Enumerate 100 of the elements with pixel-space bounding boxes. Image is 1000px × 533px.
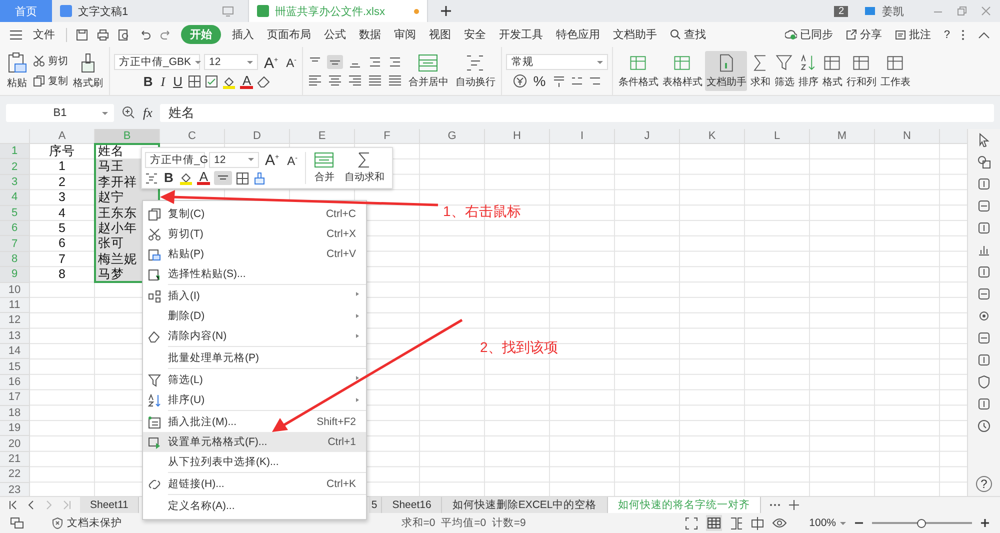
undo-icon[interactable] [139, 28, 151, 40]
decrease-font-button[interactable]: A$^{-}$ [285, 152, 300, 168]
sheet-tab[interactable]: Sheet16 [382, 497, 442, 513]
zoom-in-icon[interactable] [980, 518, 990, 528]
context-menu-item[interactable]: 设置单元格格式(F)... Ctrl+1 [143, 432, 366, 452]
formula-input[interactable]: 姓名 [160, 104, 994, 122]
menu-tab[interactable]: 页面布局 [265, 25, 313, 44]
collapse-icon[interactable] [978, 30, 990, 38]
row-header[interactable]: 10 [0, 282, 30, 298]
function-button[interactable]: fx [143, 104, 152, 120]
copy-button[interactable]: 复制 [33, 74, 68, 88]
print-icon[interactable] [97, 28, 109, 40]
row-header[interactable]: 15 [0, 359, 30, 375]
cell-name-box[interactable]: B1 [6, 104, 114, 122]
ribbon-tool-button[interactable]: 表格样式 [661, 51, 704, 91]
user-name[interactable]: 姜凯 [882, 4, 904, 18]
format-painter-button[interactable]: 格式刷 [71, 50, 105, 92]
align-icon[interactable] [387, 73, 404, 87]
zoom-icon[interactable] [122, 106, 135, 119]
ribbon-tool-button[interactable]: 条件格式 [617, 51, 660, 91]
column-header[interactable]: H [485, 129, 550, 144]
share-button[interactable]: 分享 [844, 25, 884, 44]
font-size-select[interactable]: 12 [209, 152, 259, 168]
column-header[interactable]: C [160, 129, 225, 144]
row-header[interactable]: 12 [0, 313, 30, 329]
underline-button[interactable]: U [171, 74, 184, 88]
gear-icon[interactable] [977, 309, 992, 323]
menu-tab[interactable]: 公式 [322, 25, 348, 44]
menu-tab[interactable]: 审阅 [392, 25, 418, 44]
menu-tab[interactable]: 文档助手 [611, 25, 659, 44]
merge-center-button[interactable]: 合并居中 [406, 51, 450, 91]
eye-icon[interactable] [772, 517, 788, 529]
border-icon[interactable] [188, 75, 202, 88]
document-protection-button[interactable]: 文档未保护 [52, 516, 122, 530]
zoom-level-select[interactable]: 100% [809, 517, 846, 529]
help-button[interactable]: ? [976, 476, 992, 492]
search-button[interactable]: 查找 [668, 25, 708, 44]
menu-tab[interactable]: 数据 [357, 25, 383, 44]
context-menu-item[interactable]: 排序(U) [143, 390, 366, 410]
fill-color-icon[interactable] [222, 74, 236, 88]
shapes-icon[interactable] [977, 155, 992, 169]
column-header[interactable]: G [420, 129, 485, 144]
menu-tab[interactable]: 安全 [462, 25, 488, 44]
window-count-badge[interactable]: 2 [834, 6, 848, 16]
shield-icon[interactable] [977, 375, 992, 389]
column-header[interactable]: J [615, 129, 680, 144]
decrease-font-button[interactable]: A$^{-}$ [284, 54, 298, 70]
pointer-icon[interactable] [977, 133, 992, 147]
history-icon[interactable] [977, 419, 992, 433]
column-header[interactable]: A [30, 129, 95, 144]
monitors-icon[interactable] [10, 516, 24, 530]
previous-sheet-icon[interactable] [26, 500, 36, 510]
menu-tab[interactable]: 插入 [230, 25, 256, 44]
percent-button[interactable]: % [531, 74, 548, 88]
more-icon[interactable] [961, 28, 965, 40]
ribbon-tool-button[interactable]: 求和 [749, 51, 772, 91]
redo-icon[interactable] [160, 28, 172, 40]
sheet-tab[interactable]: 5 [369, 497, 382, 513]
align-icon[interactable] [347, 73, 364, 87]
new-tab-icon[interactable] [440, 5, 452, 17]
ribbon-tool-button[interactable]: 格式 [821, 51, 844, 91]
add-sheet-icon[interactable] [788, 500, 799, 510]
row-header[interactable]: 17 [0, 390, 30, 406]
wrap-icon[interactable] [145, 172, 158, 184]
ribbon-tool-button[interactable]: 行和列 [845, 51, 878, 91]
row-header[interactable]: 11 [0, 298, 30, 314]
row-header[interactable]: 19 [0, 421, 30, 436]
menu-icon[interactable] [10, 30, 22, 40]
row-header[interactable]: 23 [0, 482, 30, 496]
column-header[interactable]: M [810, 129, 875, 144]
increase-font-button[interactable]: A$^{+}$ [262, 54, 280, 70]
column-header[interactable]: E [290, 129, 355, 144]
chart-icon[interactable] [977, 243, 992, 257]
font-color-button[interactable]: A [240, 74, 254, 88]
sheet-tab[interactable]: 如何快速删除EXCEL中的空格 [442, 497, 608, 513]
autosum-button[interactable]: 自动求和 [342, 150, 386, 186]
first-sheet-icon[interactable] [8, 500, 18, 510]
ribbon-tool-button[interactable]: 工作表 [879, 51, 912, 91]
format-painter-icon[interactable] [253, 172, 266, 184]
column-header[interactable]: F [355, 129, 420, 144]
align-icon[interactable] [367, 73, 384, 87]
print-preview-icon[interactable] [118, 28, 130, 40]
font-name-select[interactable]: 方正中倩_GBK [114, 54, 200, 70]
column-header[interactable]: N [875, 129, 940, 144]
normal-view-icon[interactable] [706, 515, 722, 531]
fullscreen-icon[interactable] [685, 516, 698, 530]
zoom-slider-thumb[interactable] [917, 518, 926, 528]
row-header[interactable]: 21 [0, 452, 30, 468]
context-menu-item[interactable]: 清除内容(N) [143, 326, 366, 346]
wrap-text-button[interactable]: 自动换行 [453, 51, 498, 91]
fill-color-icon[interactable] [179, 171, 194, 185]
font-size-select[interactable]: 12 [204, 54, 258, 70]
row-header[interactable]: 22 [0, 467, 30, 483]
column-header[interactable]: I [550, 129, 615, 144]
comment-button[interactable]: 批注 [892, 25, 933, 44]
menu-tab[interactable]: 开发工具 [497, 25, 545, 44]
row-header[interactable]: 18 [0, 406, 30, 422]
font-name-select[interactable]: 方正中倩_G [145, 152, 205, 168]
context-menu-item[interactable]: 从下拉列表中选择(K)... [143, 452, 366, 472]
file-menu[interactable]: 文件 [31, 25, 57, 44]
